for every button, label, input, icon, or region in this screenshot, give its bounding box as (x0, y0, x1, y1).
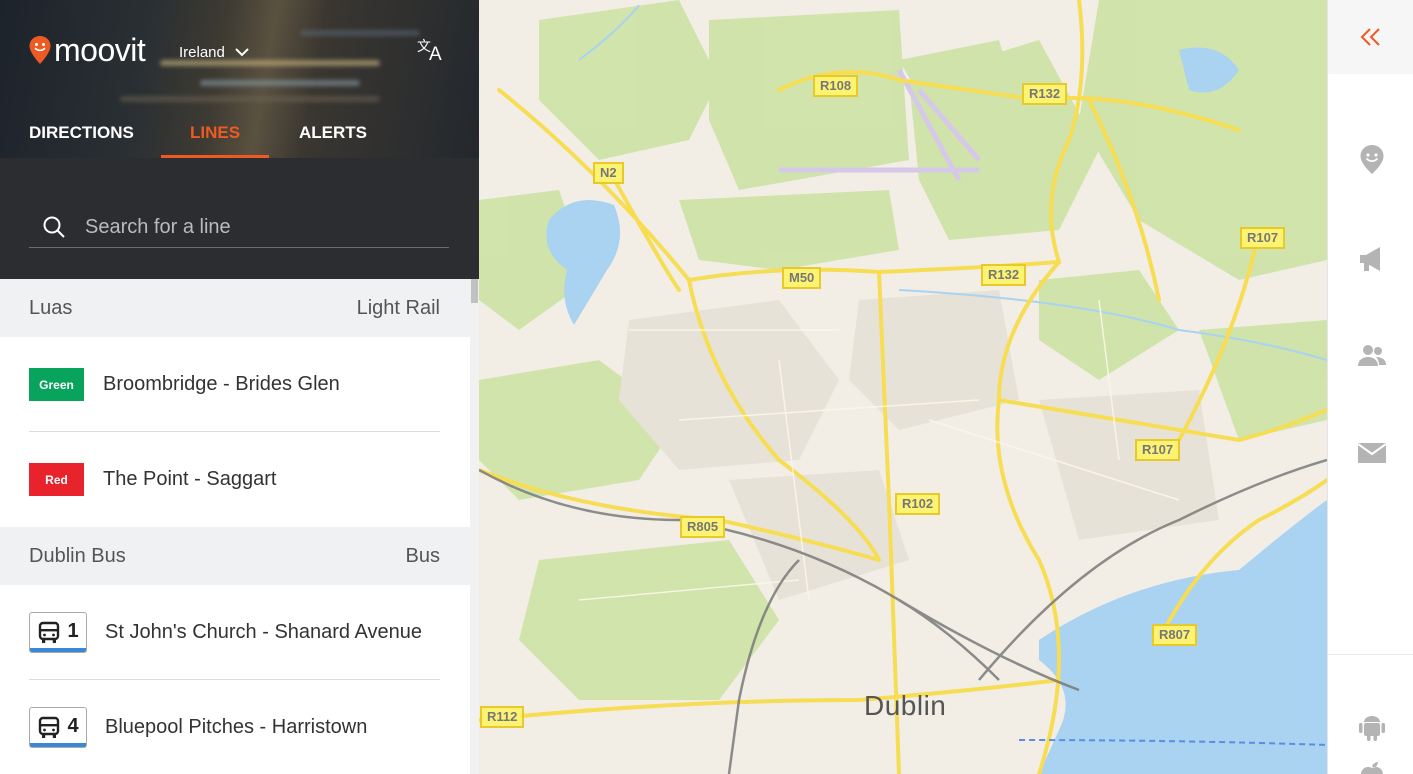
svg-text:A: A (429, 44, 442, 62)
road-label: R107 (1135, 439, 1181, 461)
right-rail (1327, 0, 1413, 774)
megaphone-icon[interactable] (1356, 243, 1388, 275)
road-label: R132 (981, 264, 1027, 286)
moovit-pin-icon[interactable] (1356, 143, 1388, 175)
line-name: The Point - Saggart (103, 468, 277, 490)
tab-bar: DIRECTIONS LINES ALERTS (0, 108, 479, 158)
divider (1328, 654, 1413, 655)
road-label: R807 (1152, 624, 1198, 646)
search-box[interactable] (29, 206, 449, 248)
collapse-icon (1360, 28, 1380, 46)
logo-text: moovit (54, 32, 146, 68)
scrollbar[interactable] (470, 279, 479, 774)
search-area (0, 158, 479, 279)
android-icon[interactable] (1356, 710, 1388, 742)
road-label: R805 (680, 516, 726, 538)
bus-icon (39, 716, 60, 738)
scroll-thumb[interactable] (471, 279, 478, 303)
city-label: Dublin (864, 690, 947, 721)
line-item-green[interactable]: Green Broombridge - Brides Glen (0, 337, 470, 432)
region-label: Ireland (179, 44, 225, 61)
moovit-logo[interactable]: moovit (28, 32, 146, 68)
search-input[interactable] (85, 212, 435, 242)
line-name: St John's Church - Shanard Avenue (105, 621, 422, 643)
map-canvas (479, 0, 1327, 774)
chevron-down-icon (235, 48, 249, 57)
line-item-bus-1[interactable]: 1 St John's Church - Shanard Avenue (0, 585, 470, 680)
people-icon[interactable] (1356, 340, 1388, 372)
road-label: M50 (782, 267, 822, 289)
bus-line-badge: 4 (29, 707, 87, 748)
app-root: moovit Ireland 文 A DIRECTIONS LINES ALER… (0, 0, 1413, 774)
road-label: R112 (480, 706, 525, 728)
category-name: Luas (29, 296, 73, 319)
category-name: Dublin Bus (29, 544, 126, 567)
category-type: Bus (405, 544, 440, 567)
category-header-dublin-bus: Dublin Bus Bus (0, 527, 470, 585)
road-label: R107 (1240, 227, 1286, 249)
bus-number: 4 (67, 715, 79, 737)
region-selector[interactable]: Ireland (179, 44, 249, 61)
line-name: Broombridge - Brides Glen (103, 373, 340, 395)
line-item-bus-4[interactable]: 4 Bluepool Pitches - Harristown (0, 680, 470, 774)
left-panel: moovit Ireland 文 A DIRECTIONS LINES ALER… (0, 0, 479, 774)
bus-line-badge: 1 (29, 612, 87, 653)
category-type: Light Rail (356, 296, 440, 319)
bus-number: 1 (67, 620, 79, 642)
header: moovit Ireland 文 A DIRECTIONS LINES ALER… (0, 0, 479, 158)
road-label: R132 (1022, 83, 1068, 105)
line-item-red[interactable]: Red The Point - Saggart (0, 432, 470, 527)
translate-icon[interactable]: 文 A (417, 38, 447, 68)
bus-icon (39, 621, 60, 643)
lines-list: Luas Light Rail Green Broombridge - Brid… (0, 279, 470, 774)
collapse-button[interactable] (1328, 0, 1413, 74)
line-name: Bluepool Pitches - Harristown (105, 716, 368, 738)
tab-lines[interactable]: LINES (161, 108, 269, 158)
map[interactable]: R108 R132 N2 R107 M50 R132 R107 R102 R80… (479, 0, 1327, 774)
moovit-pin-icon (29, 36, 51, 64)
line-badge-red: Red (29, 463, 84, 496)
apple-icon[interactable] (1356, 758, 1388, 774)
search-icon (43, 216, 65, 238)
road-label: N2 (593, 162, 624, 184)
line-badge-green: Green (29, 368, 84, 401)
road-label: R102 (895, 493, 941, 515)
road-label: R108 (813, 75, 859, 97)
tab-alerts[interactable]: ALERTS (299, 108, 367, 158)
category-header-luas: Luas Light Rail (0, 279, 470, 337)
mail-icon[interactable] (1356, 437, 1388, 469)
tab-directions[interactable]: DIRECTIONS (29, 108, 134, 158)
